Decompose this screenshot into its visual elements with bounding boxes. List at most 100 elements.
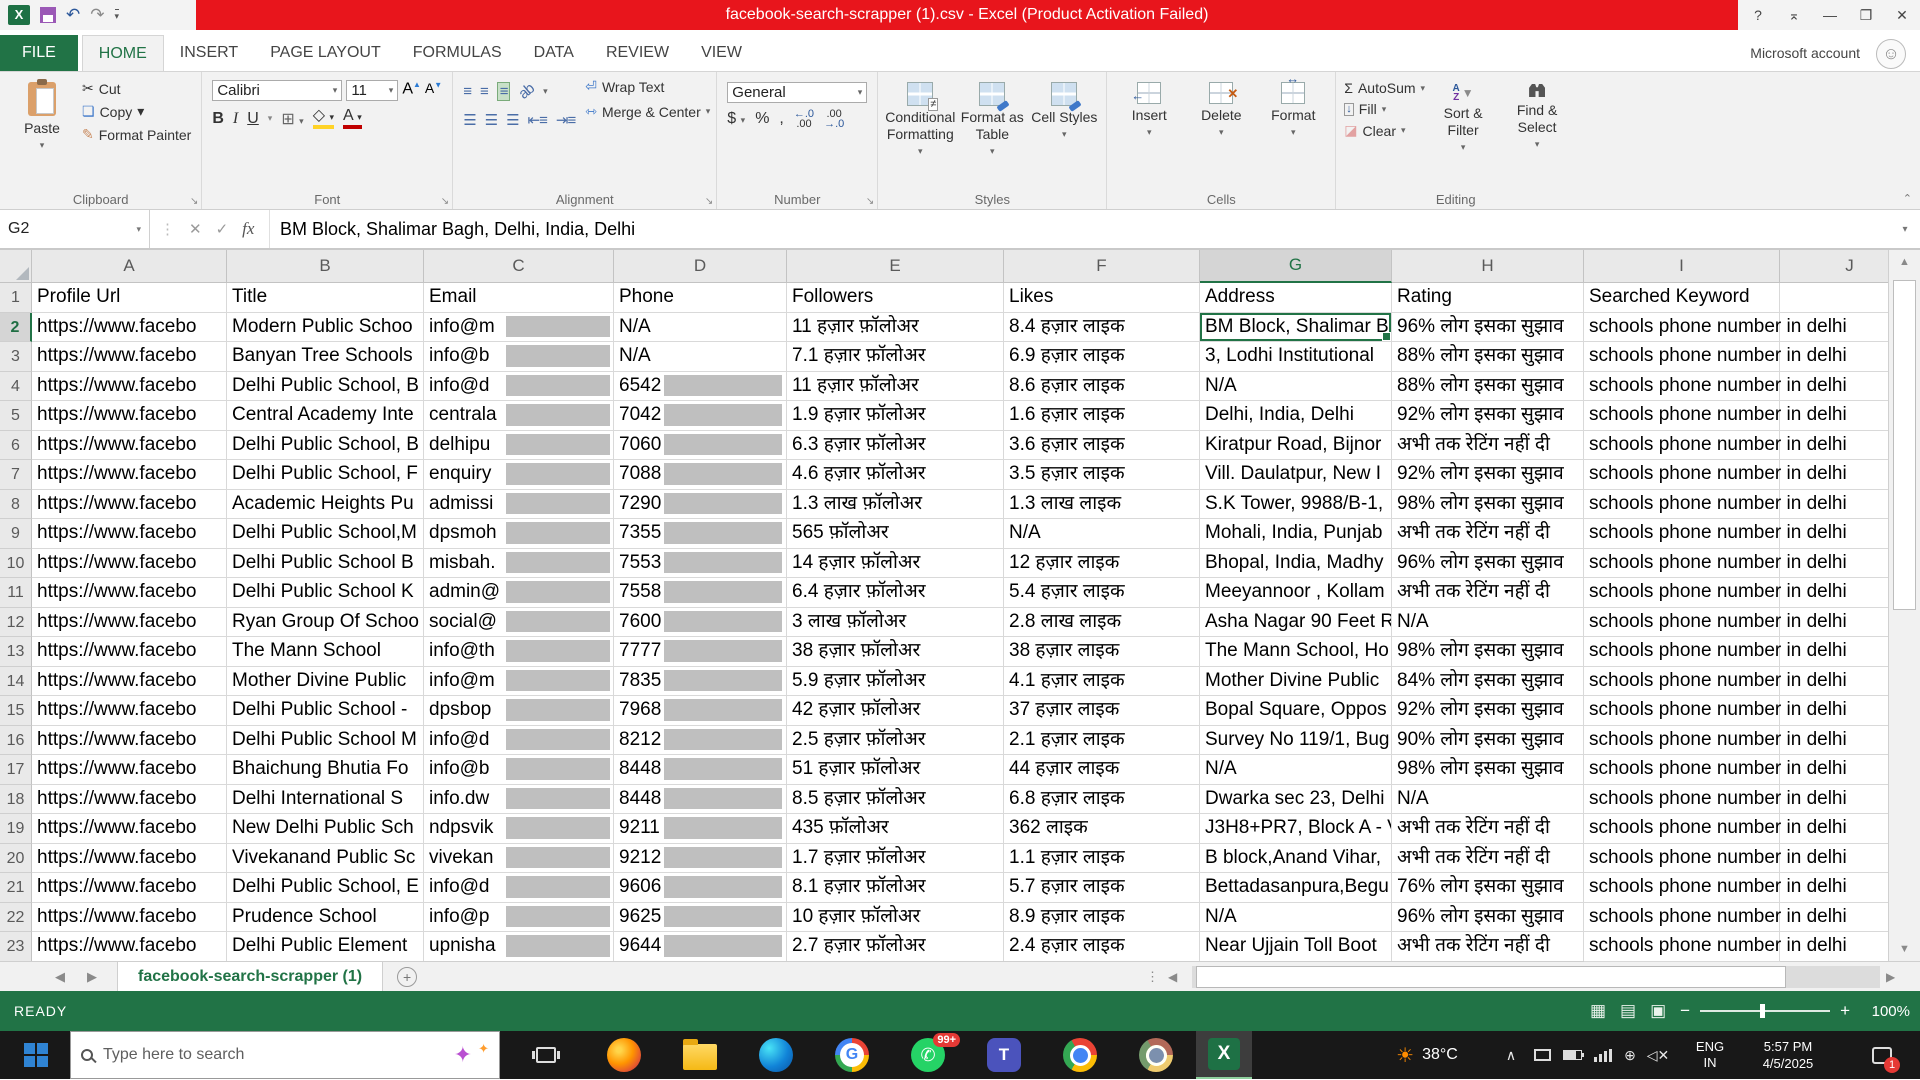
cell-E13[interactable]: 38 हज़ार फ़ॉलोअर <box>787 637 1004 667</box>
cell-A15[interactable]: https://www.facebo <box>32 696 227 726</box>
font-color-icon[interactable]: A ▾ <box>343 108 362 129</box>
cell-A1[interactable]: Profile Url <box>32 283 227 313</box>
cell-D19[interactable]: 9211 <box>614 814 787 844</box>
cell-H2[interactable]: 96% लोग इसका सुझाव <box>1392 313 1584 343</box>
tab-page-layout[interactable]: PAGE LAYOUT <box>254 35 397 71</box>
cell-D18[interactable]: 8448 <box>614 785 787 815</box>
alignment-dialog-launcher-icon[interactable]: ↘ <box>705 196 713 207</box>
save-icon[interactable] <box>40 7 56 23</box>
paste-button[interactable]: Paste▾ <box>6 78 78 189</box>
cell-G22[interactable]: N/A <box>1200 903 1392 933</box>
cell-F17[interactable]: 44 हज़ार लाइक <box>1004 755 1200 785</box>
cell-G20[interactable]: B block,Anand Vihar, <box>1200 844 1392 874</box>
cell-H12[interactable]: N/A <box>1392 608 1584 638</box>
cell-A7[interactable]: https://www.facebo <box>32 460 227 490</box>
tab-review[interactable]: REVIEW <box>590 35 685 71</box>
cell-B20[interactable]: Vivekanand Public Sc <box>227 844 424 874</box>
cell-F12[interactable]: 2.8 लाख लाइक <box>1004 608 1200 638</box>
row-header-5[interactable]: 5 <box>0 401 32 431</box>
middle-align-icon[interactable]: ≡ <box>480 83 488 100</box>
format-cells-button[interactable]: Format▾ <box>1257 78 1329 189</box>
cell-B3[interactable]: Banyan Tree Schools <box>227 342 424 372</box>
cell-A13[interactable]: https://www.facebo <box>32 637 227 667</box>
cell-A10[interactable]: https://www.facebo <box>32 549 227 579</box>
cell-G9[interactable]: Mohali, India, Punjab <box>1200 519 1392 549</box>
cell-C16[interactable]: info@d <box>424 726 614 756</box>
horizontal-scrollbar-thumb[interactable] <box>1196 966 1786 988</box>
cell-I22[interactable]: schools phone number in delhi <box>1584 903 1780 933</box>
cell-B1[interactable]: Title <box>227 283 424 313</box>
cell-I2[interactable]: schools phone number in delhi <box>1584 313 1780 343</box>
cell-C1[interactable]: Email <box>424 283 614 313</box>
cell-H7[interactable]: 92% लोग इसका सुझाव <box>1392 460 1584 490</box>
column-header-G[interactable]: G <box>1200 250 1392 283</box>
bold-button[interactable]: B <box>212 110 224 128</box>
language-indicator[interactable]: ENGIN <box>1688 1031 1732 1079</box>
cell-F1[interactable]: Likes <box>1004 283 1200 313</box>
cell-I4[interactable]: schools phone number in delhi <box>1584 372 1780 402</box>
clear-button[interactable]: ◪Clear ▾ <box>1344 122 1425 139</box>
row-header-17[interactable]: 17 <box>0 755 32 785</box>
merge-center-button[interactable]: ⇿Merge & Center ▾ <box>585 103 710 120</box>
cell-E5[interactable]: 1.9 हज़ार फ़ॉलोअर <box>787 401 1004 431</box>
row-header-18[interactable]: 18 <box>0 785 32 815</box>
cell-D5[interactable]: 7042 <box>614 401 787 431</box>
formula-input[interactable]: BM Block, Shalimar Bagh, Delhi, India, D… <box>270 210 1890 248</box>
cell-B11[interactable]: Delhi Public School K <box>227 578 424 608</box>
cell-A23[interactable]: https://www.facebo <box>32 932 227 962</box>
cell-C8[interactable]: admissi <box>424 490 614 520</box>
cell-F7[interactable]: 3.5 हज़ार लाइक <box>1004 460 1200 490</box>
tray-show-hidden-icon[interactable]: ∧ <box>1498 1031 1524 1079</box>
cell-E22[interactable]: 10 हज़ार फ़ॉलोअर <box>787 903 1004 933</box>
hscroll-right-icon[interactable]: ▶ <box>1886 970 1895 984</box>
select-all-corner[interactable] <box>0 250 32 283</box>
vertical-scrollbar-thumb[interactable] <box>1893 280 1916 610</box>
increase-decimal-icon[interactable]: ←.0.00 <box>794 109 814 129</box>
cell-E18[interactable]: 8.5 हज़ार फ़ॉलोअर <box>787 785 1004 815</box>
cell-F4[interactable]: 8.6 हज़ार लाइक <box>1004 372 1200 402</box>
align-left-icon[interactable]: ☰ <box>463 111 475 129</box>
cell-B21[interactable]: Delhi Public School, E <box>227 873 424 903</box>
underline-button[interactable]: U <box>247 110 259 128</box>
cell-C10[interactable]: misbah. <box>424 549 614 579</box>
row-header-22[interactable]: 22 <box>0 903 32 933</box>
row-header-13[interactable]: 13 <box>0 637 32 667</box>
cell-H1[interactable]: Rating <box>1392 283 1584 313</box>
cell-B14[interactable]: Mother Divine Public <box>227 667 424 697</box>
cell-B19[interactable]: New Delhi Public Sch <box>227 814 424 844</box>
cell-H13[interactable]: 98% लोग इसका सुझाव <box>1392 637 1584 667</box>
font-dialog-launcher-icon[interactable]: ↘ <box>441 196 449 207</box>
cell-E3[interactable]: 7.1 हज़ार फ़ॉलोअर <box>787 342 1004 372</box>
cell-D23[interactable]: 9644 <box>614 932 787 962</box>
cell-I6[interactable]: schools phone number in delhi <box>1584 431 1780 461</box>
cell-I16[interactable]: schools phone number in delhi <box>1584 726 1780 756</box>
cell-B17[interactable]: Bhaichung Bhutia Fo <box>227 755 424 785</box>
cell-I11[interactable]: schools phone number in delhi <box>1584 578 1780 608</box>
cell-I12[interactable]: schools phone number in delhi <box>1584 608 1780 638</box>
cell-C7[interactable]: enquiry <box>424 460 614 490</box>
number-dialog-launcher-icon[interactable]: ↘ <box>866 196 874 207</box>
account-avatar[interactable]: ☺ <box>1876 39 1906 69</box>
cell-C20[interactable]: vivekan <box>424 844 614 874</box>
cell-A16[interactable]: https://www.facebo <box>32 726 227 756</box>
cell-C5[interactable]: centrala <box>424 401 614 431</box>
zoom-in-icon[interactable]: + <box>1840 1001 1850 1021</box>
cell-I1[interactable]: Searched Keyword <box>1584 283 1780 313</box>
column-header-H[interactable]: H <box>1392 250 1584 283</box>
cell-D20[interactable]: 9212 <box>614 844 787 874</box>
top-align-icon[interactable]: ≡ <box>463 83 471 100</box>
cell-G19[interactable]: J3H8+PR7, Block A - V <box>1200 814 1392 844</box>
cell-F3[interactable]: 6.9 हज़ार लाइक <box>1004 342 1200 372</box>
cell-E20[interactable]: 1.7 हज़ार फ़ॉलोअर <box>787 844 1004 874</box>
cell-C9[interactable]: dpsmoh <box>424 519 614 549</box>
cell-C14[interactable]: info@m <box>424 667 614 697</box>
cell-E7[interactable]: 4.6 हज़ार फ़ॉलोअर <box>787 460 1004 490</box>
align-center-icon[interactable]: ☰ <box>485 111 497 129</box>
cell-A18[interactable]: https://www.facebo <box>32 785 227 815</box>
sort-filter-button[interactable]: AZ▼ Sort & Filter▾ <box>1431 80 1495 189</box>
insert-cells-button[interactable]: Insert▾ <box>1113 78 1185 189</box>
customize-qat-icon[interactable]: ▾ <box>115 9 120 22</box>
cell-D7[interactable]: 7088 <box>614 460 787 490</box>
cell-H9[interactable]: अभी तक रेटिंग नहीं दी <box>1392 519 1584 549</box>
row-header-1[interactable]: 1 <box>0 283 32 313</box>
